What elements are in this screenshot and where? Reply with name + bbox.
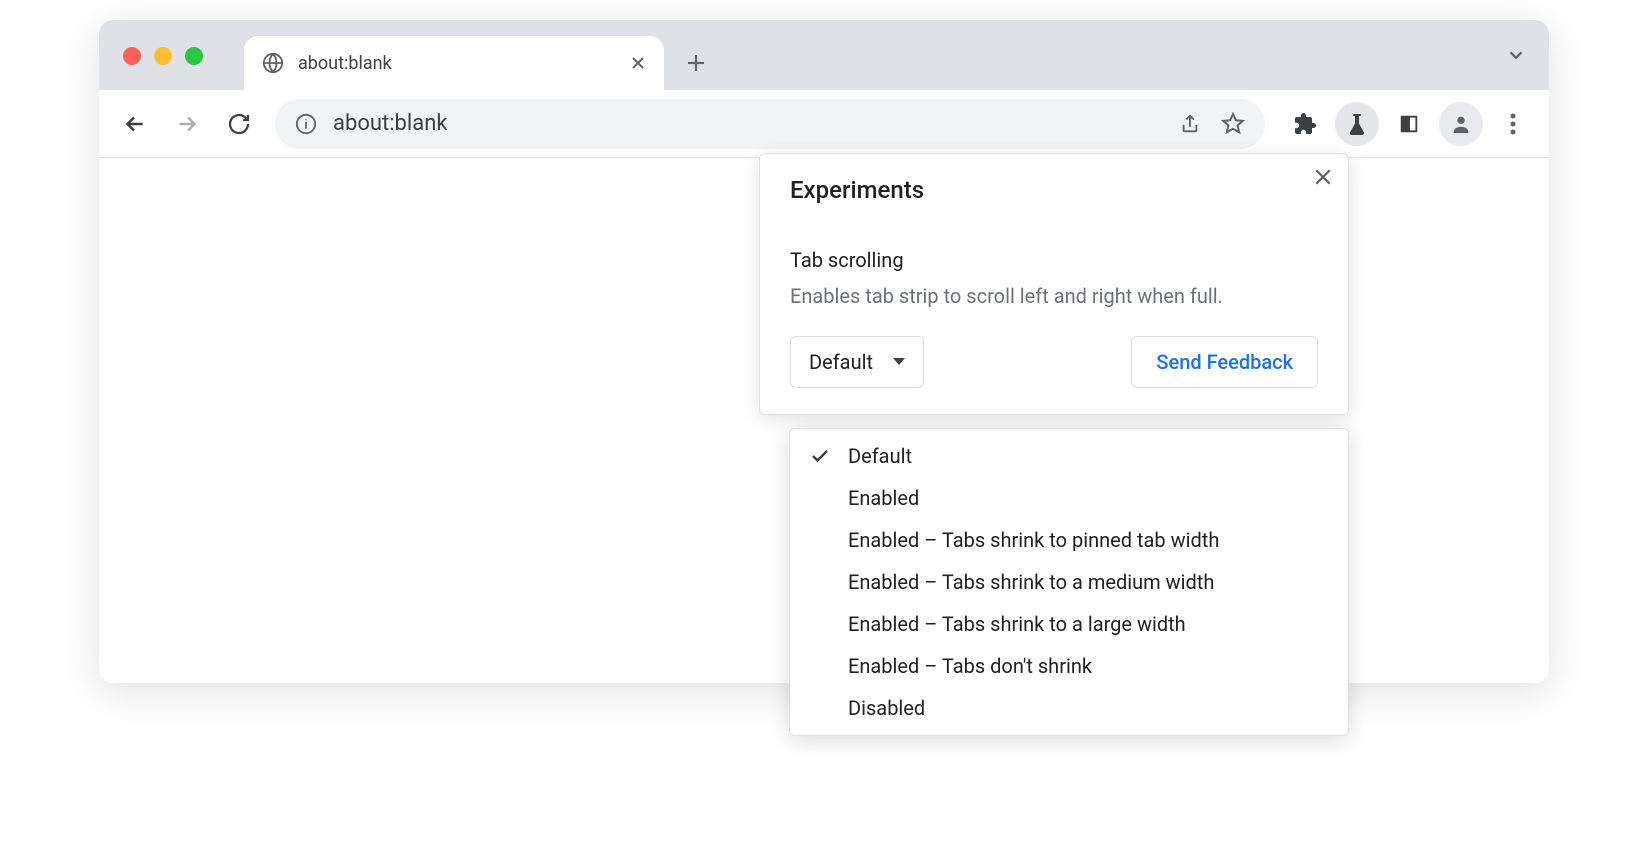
forward-button[interactable] [165, 102, 209, 146]
globe-icon [262, 52, 284, 74]
share-icon[interactable] [1179, 113, 1201, 135]
dropdown-option[interactable]: Enabled [790, 477, 1348, 519]
send-feedback-button[interactable]: Send Feedback [1131, 336, 1318, 388]
profile-button[interactable] [1439, 102, 1483, 146]
page-content: Experiments Tab scrolling Enables tab st… [99, 158, 1549, 683]
experiment-select[interactable]: Default [790, 336, 924, 388]
tabs-overflow-button[interactable] [1505, 44, 1527, 66]
url-input[interactable] [333, 111, 1163, 136]
experiments-button[interactable] [1335, 102, 1379, 146]
dropdown-option[interactable]: Enabled – Tabs don't shrink [790, 645, 1348, 687]
dropdown-option-label: Default [848, 444, 912, 468]
side-panel-button[interactable] [1387, 102, 1431, 146]
minimize-window-button[interactable] [154, 47, 172, 65]
menu-button[interactable] [1491, 102, 1535, 146]
dropdown-option[interactable]: Enabled – Tabs shrink to pinned tab widt… [790, 519, 1348, 561]
address-bar[interactable] [275, 99, 1265, 149]
browser-window: about:blank [99, 20, 1549, 683]
toolbar [99, 90, 1549, 158]
check-icon [810, 449, 830, 463]
dropdown-option[interactable]: Enabled – Tabs shrink to a large width [790, 603, 1348, 645]
dropdown-option-label: Enabled – Tabs shrink to a medium width [848, 570, 1214, 594]
extensions-button[interactable] [1283, 102, 1327, 146]
window-controls [123, 47, 203, 65]
maximize-window-button[interactable] [185, 47, 203, 65]
dropdown-option-label: Enabled – Tabs shrink to a large width [848, 612, 1186, 636]
bookmark-star-icon[interactable] [1221, 112, 1245, 136]
browser-tab[interactable]: about:blank [244, 36, 664, 90]
experiment-name: Tab scrolling [790, 248, 1318, 272]
chevron-down-icon [893, 358, 905, 366]
reload-button[interactable] [217, 102, 261, 146]
new-tab-button[interactable] [674, 41, 718, 85]
experiments-popover: Experiments Tab scrolling Enables tab st… [759, 153, 1349, 415]
tab-close-button[interactable] [630, 55, 646, 71]
experiment-description: Enables tab strip to scroll left and rig… [790, 282, 1318, 310]
popover-close-button[interactable] [1314, 168, 1332, 186]
dropdown-option-label: Enabled – Tabs don't shrink [848, 654, 1092, 678]
tab-strip: about:blank [99, 20, 1549, 90]
dropdown-option[interactable]: Default [790, 435, 1348, 477]
info-icon[interactable] [295, 113, 317, 135]
dropdown-option[interactable]: Enabled – Tabs shrink to a medium width [790, 561, 1348, 603]
back-button[interactable] [113, 102, 157, 146]
dropdown-option-label: Enabled – Tabs shrink to pinned tab widt… [848, 528, 1219, 552]
select-value: Default [809, 350, 873, 374]
experiment-options-dropdown: Default Enabled Enabled – Tabs shrink to p… [789, 428, 1349, 736]
dropdown-option-label: Disabled [848, 696, 925, 720]
tab-title: about:blank [298, 53, 616, 74]
popover-title: Experiments [790, 176, 1318, 204]
dropdown-option[interactable]: Disabled [790, 687, 1348, 729]
dropdown-option-label: Enabled [848, 486, 919, 510]
close-window-button[interactable] [123, 47, 141, 65]
